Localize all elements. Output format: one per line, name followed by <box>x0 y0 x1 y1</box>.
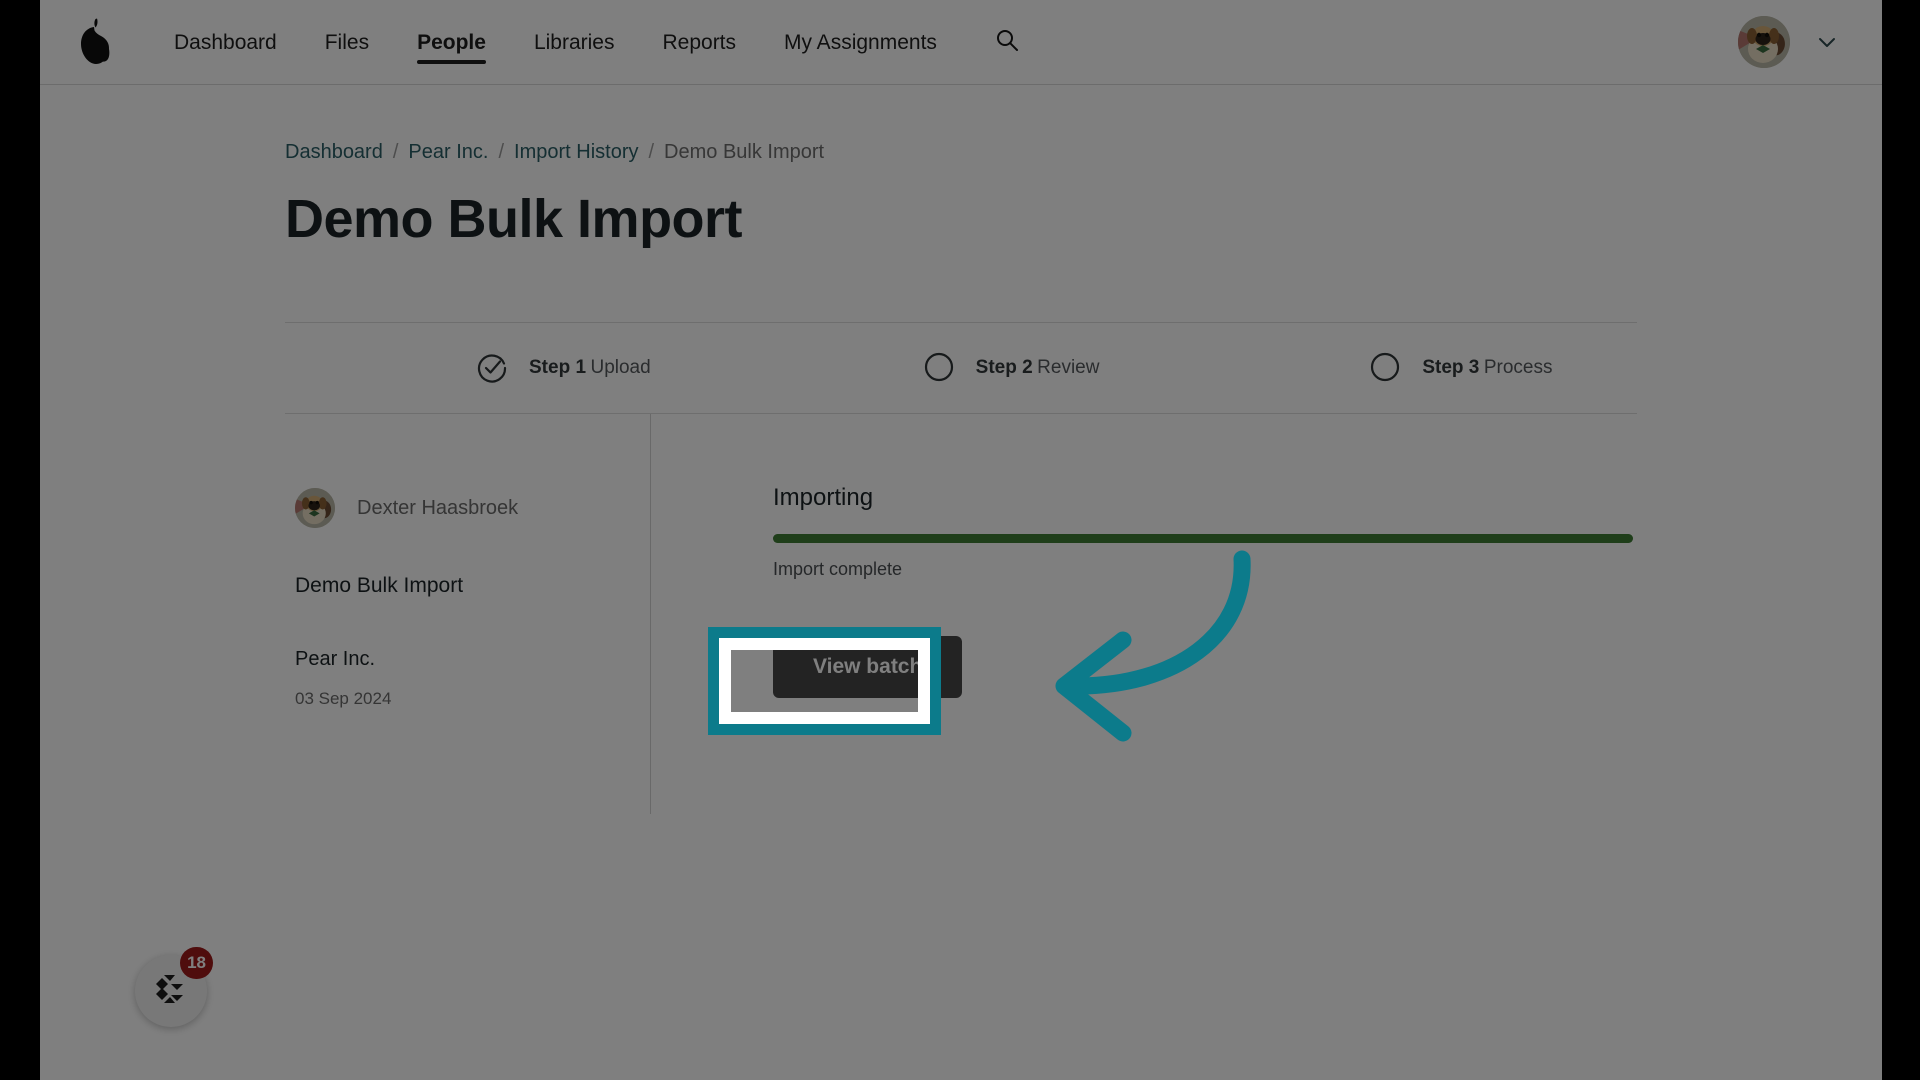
import-owner: Dexter Haasbroek <box>295 488 650 528</box>
nav-item-my-assignments[interactable]: My Assignments <box>760 0 961 85</box>
view-batch-button[interactable]: View batch <box>773 636 963 698</box>
step-1-text: Step 1 Upload <box>529 356 651 381</box>
breadcrumb-item-import-history[interactable]: Import History <box>514 141 638 164</box>
import-progress-panel: Importing Import complete View batch <box>650 414 1637 814</box>
import-progress-bar <box>773 534 1633 543</box>
import-owner-name: Dexter Haasbroek <box>357 496 519 519</box>
pear-logo-icon <box>75 16 115 68</box>
breadcrumb-item-pear-inc[interactable]: Pear Inc. <box>408 141 488 164</box>
breadcrumb: Dashboard / Pear Inc. / Import History /… <box>40 85 1882 164</box>
step-2-sub: Review <box>1037 356 1100 378</box>
nav-item-label: Libraries <box>533 30 615 54</box>
nav-item-reports[interactable]: Reports <box>638 0 760 85</box>
page-content: Dashboard / Pear Inc. / Import History /… <box>40 85 1882 814</box>
nav-item-label: Dashboard <box>174 30 277 54</box>
step-3-sub: Process <box>1483 356 1553 378</box>
step-3-text: Step 3 Process <box>1422 356 1552 381</box>
breadcrumb-separator: / <box>498 141 505 163</box>
nav-item-libraries[interactable]: Libraries <box>510 0 639 85</box>
avatar <box>295 488 335 528</box>
step-3-name: Step 3 <box>1422 356 1480 378</box>
nav-links: Dashboard Files People Libraries Reports… <box>150 0 961 85</box>
breadcrumb-separator: / <box>392 141 399 163</box>
chevron-down-icon[interactable] <box>1816 31 1838 53</box>
help-widget-button[interactable]: 18 <box>135 947 213 1027</box>
import-date: 03 Sep 2024 <box>295 689 392 708</box>
step-3-process[interactable]: Step 3 Process <box>1190 323 1637 413</box>
step-1-name: Step 1 <box>529 356 587 378</box>
search-button[interactable] <box>985 20 1029 64</box>
screen: Dashboard Files People Libraries Reports… <box>0 0 1920 1080</box>
nav-item-label: My Assignments <box>784 30 937 54</box>
account-menu[interactable] <box>1738 16 1882 68</box>
check-circle-icon <box>475 351 509 385</box>
step-1-upload[interactable]: Step 1 Upload <box>285 323 744 413</box>
breadcrumb-separator: / <box>648 141 655 163</box>
view-batch-button-wrapper: View batch <box>773 636 963 698</box>
step-2-name: Step 2 <box>975 356 1033 378</box>
empty-circle-icon <box>1368 351 1402 385</box>
import-organization: Pear Inc. <box>295 648 376 670</box>
avatar[interactable] <box>1738 16 1790 68</box>
step-1-sub: Upload <box>590 356 651 378</box>
breadcrumb-item-dashboard[interactable]: Dashboard <box>285 141 383 164</box>
import-stepper: Step 1 Upload Step 2 Review Step 3 Proce… <box>285 322 1637 414</box>
import-detail-columns: Dexter Haasbroek Demo Bulk Import Pear I… <box>285 414 1637 814</box>
help-widget-badge: 18 <box>180 947 213 979</box>
import-batch-name: Demo Bulk Import <box>295 574 464 597</box>
nav-item-files[interactable]: Files <box>301 0 393 85</box>
import-progress-caption: Import complete <box>773 559 903 579</box>
empty-circle-icon <box>922 351 956 385</box>
app-logo[interactable] <box>40 16 150 68</box>
import-summary-panel: Dexter Haasbroek Demo Bulk Import Pear I… <box>285 414 650 814</box>
application-page: Dashboard Files People Libraries Reports… <box>40 0 1882 1080</box>
nav-item-dashboard[interactable]: Dashboard <box>150 0 301 85</box>
page-title: Demo Bulk Import <box>285 189 743 249</box>
top-navigation-bar: Dashboard Files People Libraries Reports… <box>40 0 1882 85</box>
nav-item-people[interactable]: People <box>393 0 510 85</box>
step-2-review[interactable]: Step 2 Review <box>744 323 1191 413</box>
nav-item-label: Reports <box>662 30 737 54</box>
nav-item-label: Files <box>324 30 370 54</box>
importing-heading: Importing <box>773 484 874 511</box>
breadcrumb-item-current: Demo Bulk Import <box>664 141 825 163</box>
import-progress-fill <box>773 534 1633 543</box>
nav-item-label: People <box>417 30 486 54</box>
step-2-text: Step 2 Review <box>976 356 1100 381</box>
search-icon <box>994 27 1020 58</box>
